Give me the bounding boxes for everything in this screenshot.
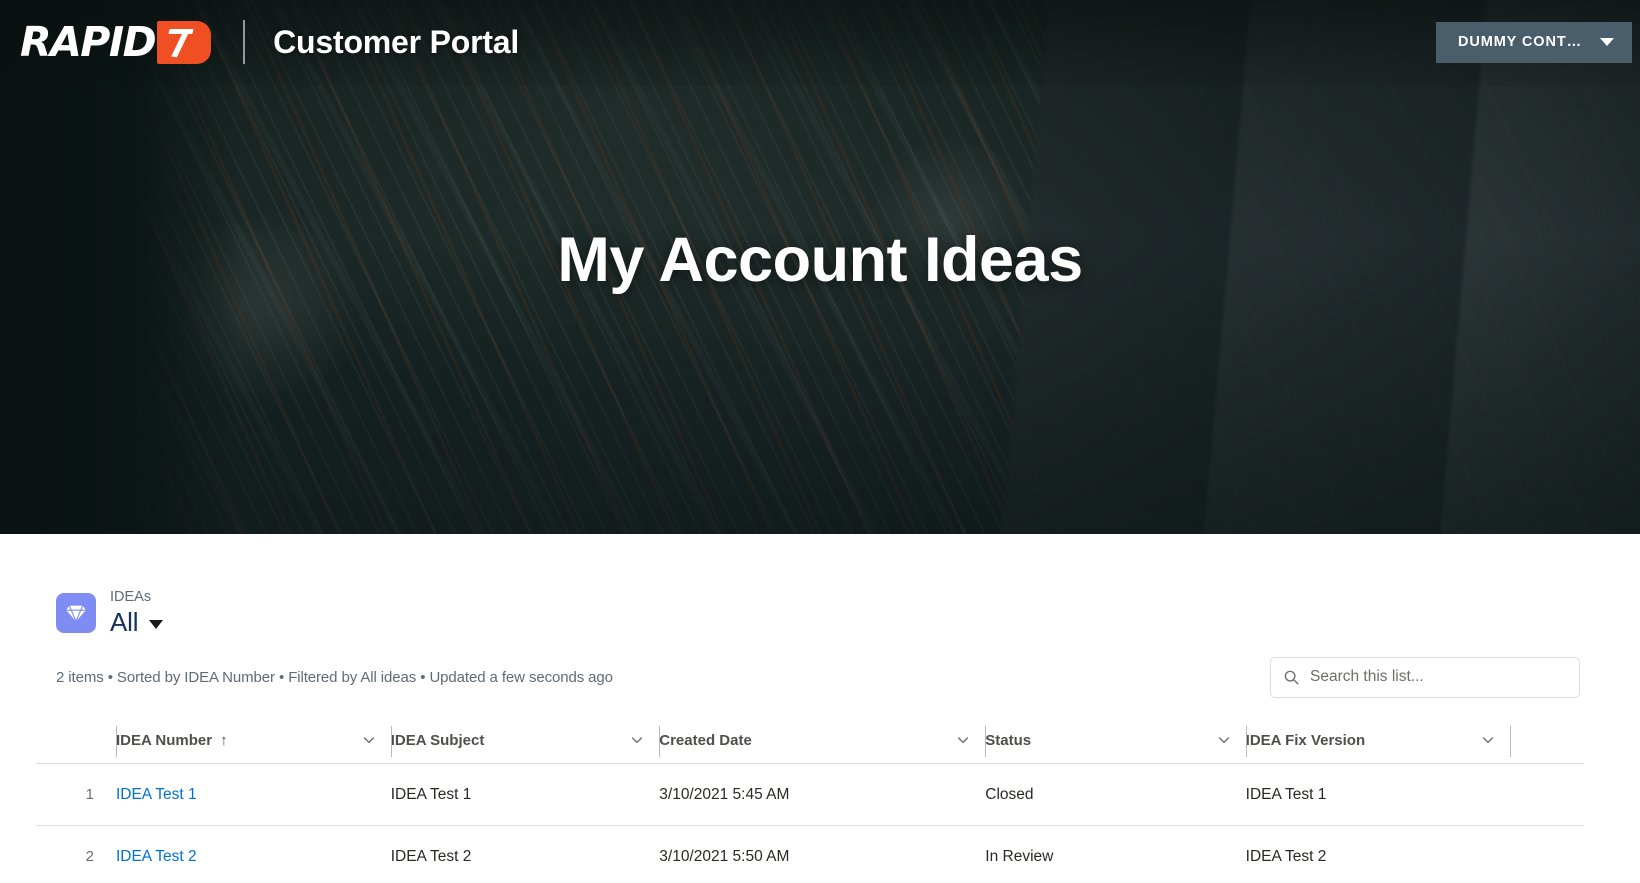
idea-number-link[interactable]: IDEA Test 2 — [116, 848, 197, 865]
table-row[interactable]: 2 IDEA Test 2 IDEA Test 2 3/10/2021 5:50… — [36, 825, 1584, 883]
column-header-idea-number[interactable]: IDEA Number ↑ — [116, 720, 391, 764]
column-header-idea-fix-version[interactable]: IDEA Fix Version — [1246, 720, 1510, 764]
user-account-menu-button[interactable]: DUMMY CONT… — [1436, 22, 1632, 63]
row-number: 1 — [36, 763, 116, 825]
chevron-down-icon[interactable] — [149, 620, 163, 629]
list-status-text: 2 items • Sorted by IDEA Number • Filter… — [56, 669, 613, 686]
list-view-titles: IDEAs All — [110, 590, 163, 637]
column-label: IDEA Fix Version — [1246, 732, 1365, 749]
cell-status: Closed — [985, 763, 1245, 825]
column-header-created-date[interactable]: Created Date — [659, 720, 985, 764]
search-icon — [1283, 669, 1300, 686]
cell-actions — [1510, 825, 1584, 883]
list-view-name: All — [110, 608, 138, 637]
table-row[interactable]: 1 IDEA Test 1 IDEA Test 1 3/10/2021 5:45… — [36, 763, 1584, 825]
sort-ascending-icon: ↑ — [220, 732, 228, 749]
search-input[interactable] — [1310, 668, 1567, 686]
portal-title: Customer Portal — [273, 24, 519, 61]
cell-fix-version: IDEA Test 2 — [1246, 825, 1510, 883]
list-view-container: IDEAs All 2 items • Sorted by IDEA Numbe… — [0, 534, 1640, 883]
cell-idea-number: IDEA Test 1 — [116, 763, 391, 825]
table-header: IDEA Number ↑ IDEA Subject — [36, 720, 1584, 764]
column-label: IDEA Number — [116, 732, 212, 749]
column-label: IDEA Subject — [391, 732, 485, 749]
cell-idea-number: IDEA Test 2 — [116, 825, 391, 883]
table-header-row: IDEA Number ↑ IDEA Subject — [36, 720, 1584, 764]
ideas-table: IDEA Number ↑ IDEA Subject — [36, 720, 1584, 883]
column-label: Created Date — [659, 732, 752, 749]
cell-idea-subject: IDEA Test 1 — [391, 763, 660, 825]
chevron-down-icon — [1600, 38, 1614, 46]
search-list-box[interactable] — [1270, 657, 1580, 698]
list-meta-row: 2 items • Sorted by IDEA Number • Filter… — [0, 637, 1640, 698]
cell-idea-subject: IDEA Test 2 — [391, 825, 660, 883]
cell-created-date: 3/10/2021 5:50 AM — [659, 825, 985, 883]
user-account-menu-label: DUMMY CONT… — [1458, 34, 1582, 50]
cell-fix-version: IDEA Test 1 — [1246, 763, 1510, 825]
column-header-actions — [1510, 720, 1584, 764]
chevron-down-icon[interactable] — [361, 732, 377, 748]
page-title: My Account Ideas — [0, 224, 1640, 296]
chevron-down-icon[interactable] — [629, 732, 645, 748]
chevron-down-icon[interactable] — [1480, 732, 1496, 748]
cell-actions — [1510, 763, 1584, 825]
chevron-down-icon[interactable] — [955, 732, 971, 748]
list-view-selector[interactable]: All — [110, 608, 163, 637]
column-header-status[interactable]: Status — [985, 720, 1245, 764]
cell-created-date: 3/10/2021 5:45 AM — [659, 763, 985, 825]
gem-icon — [56, 593, 96, 633]
rapid7-logo[interactable]: RAPID — [20, 21, 211, 64]
logo-wordmark: RAPID — [20, 22, 155, 63]
chevron-down-icon[interactable] — [1216, 732, 1232, 748]
list-table-wrapper: IDEA Number ↑ IDEA Subject — [0, 720, 1640, 883]
row-number-header — [36, 720, 116, 764]
column-header-idea-subject[interactable]: IDEA Subject — [391, 720, 660, 764]
row-number: 2 — [36, 825, 116, 883]
table-body: 1 IDEA Test 1 IDEA Test 1 3/10/2021 5:45… — [36, 763, 1584, 883]
idea-number-link[interactable]: IDEA Test 1 — [116, 786, 197, 803]
list-view-header: IDEAs All 2 items • Sorted by IDEA Numbe… — [0, 534, 1640, 698]
column-label: Status — [985, 732, 1031, 749]
brand-header: RAPID Customer Portal — [20, 16, 519, 68]
brand-divider — [243, 20, 245, 64]
cell-status: In Review — [985, 825, 1245, 883]
hero-banner: RAPID Customer Portal DUMMY CONT… My Acc… — [0, 0, 1640, 534]
rapid7-seven-mark-icon — [157, 21, 211, 64]
object-name-label: IDEAs — [110, 590, 163, 606]
list-view-identity: IDEAs All — [0, 590, 1640, 637]
